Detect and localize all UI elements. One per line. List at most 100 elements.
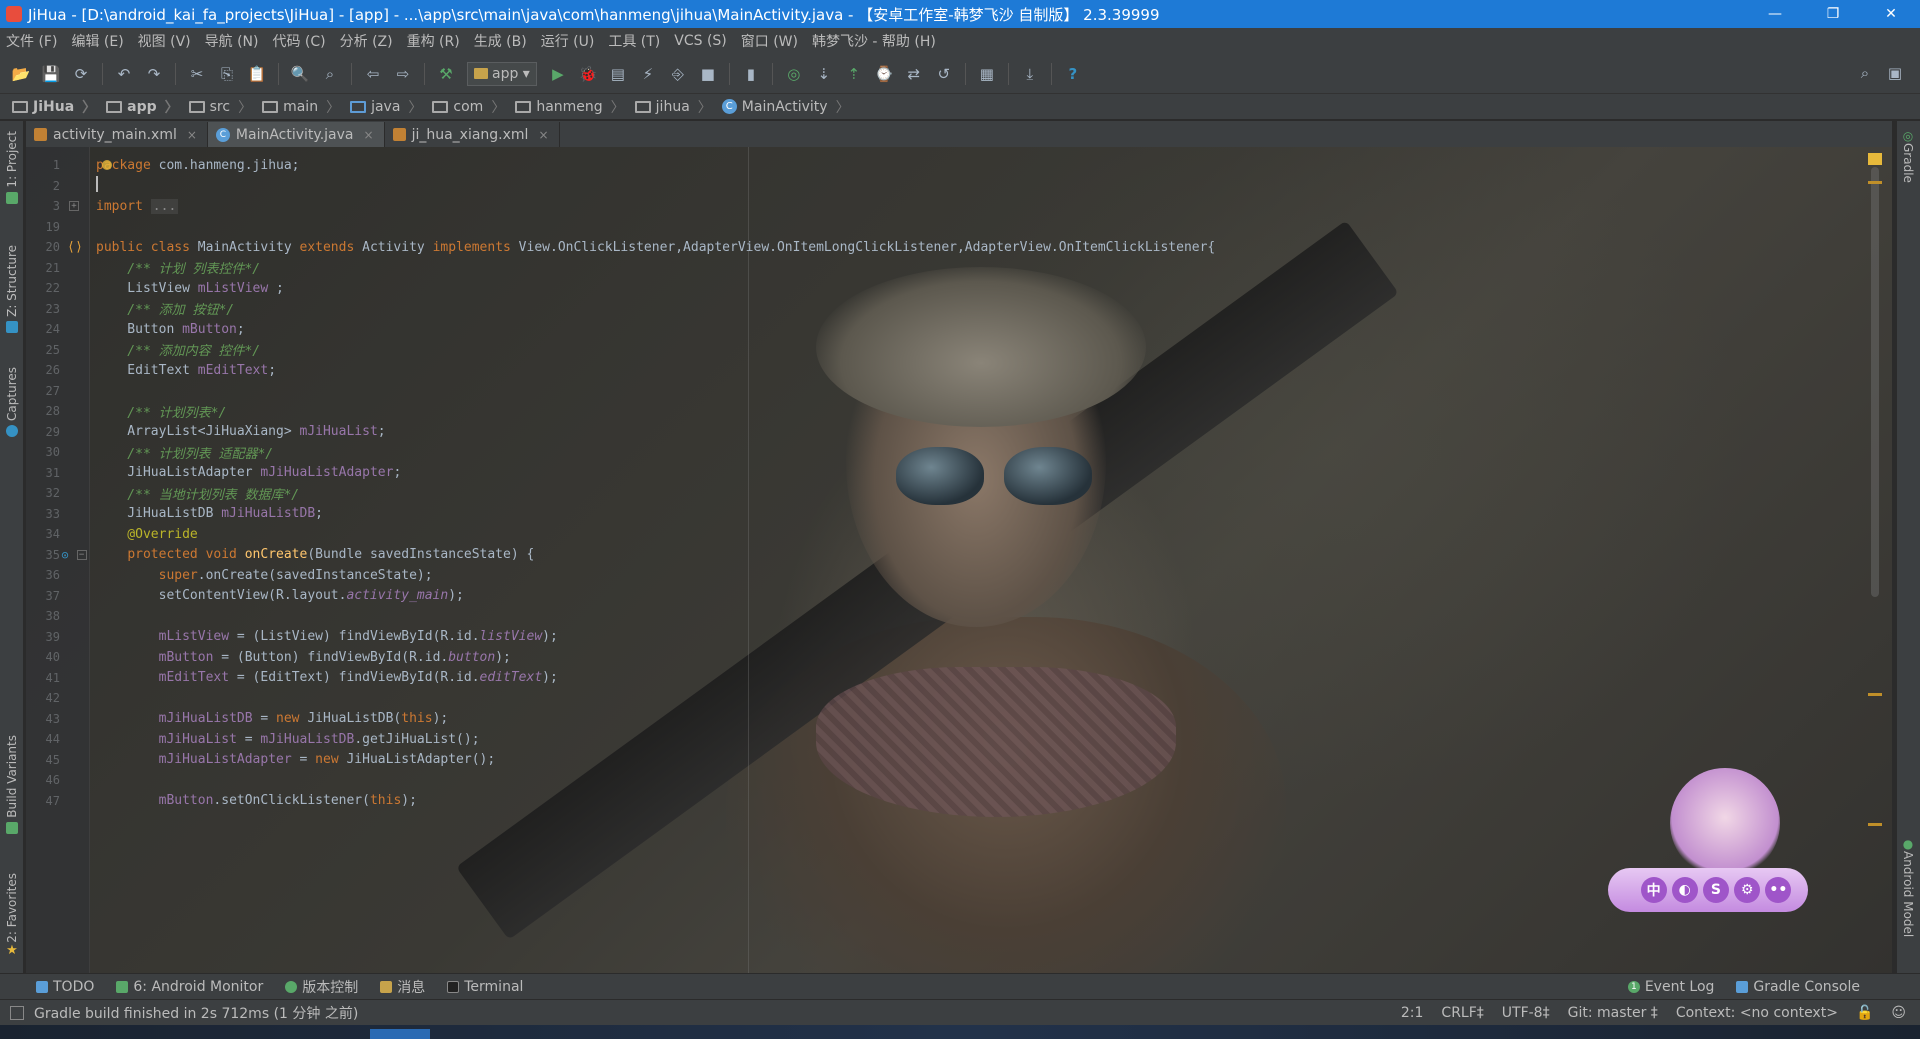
menu-code[interactable]: 代码 (C) — [272, 31, 325, 51]
menu-vcs[interactable]: VCS (S) — [674, 33, 727, 49]
scrollbar-thumb[interactable] — [1871, 167, 1879, 597]
back-icon[interactable]: ⇦ — [362, 63, 384, 85]
coverage-icon[interactable]: ▤ — [607, 63, 629, 85]
lock-icon[interactable]: 🔓 — [1856, 1005, 1873, 1021]
breadcrumb-item-mainactivity[interactable]: C MainActivity 〉 — [721, 97, 850, 117]
run-icon[interactable]: ▶ — [547, 63, 569, 85]
breadcrumb-item-main[interactable]: main 〉 — [262, 97, 340, 117]
breadcrumb-item-com[interactable]: com 〉 — [432, 97, 505, 117]
tool-tab-android-model[interactable]: ● Android Model — [1896, 837, 1920, 937]
breadcrumb-item-jihua[interactable]: jihua 〉 — [634, 97, 712, 117]
menu-refactor[interactable]: 重构 (R) — [407, 31, 460, 51]
lightbulb-icon[interactable] — [102, 159, 112, 170]
stop-icon[interactable]: ■ — [697, 63, 719, 85]
undo-icon[interactable]: ↶ — [113, 63, 135, 85]
apply-changes-icon[interactable]: ⚡ — [637, 63, 659, 85]
layout-link-icon[interactable]: ⟨⟩ — [67, 240, 83, 255]
breadcrumb-item-project[interactable]: JiHua 〉 — [12, 97, 96, 117]
warning-marker[interactable] — [1868, 693, 1882, 696]
encoding-select[interactable]: UTF-8‡ — [1502, 1005, 1550, 1021]
breadcrumb-item-src[interactable]: src 〉 — [188, 97, 252, 117]
paste-icon[interactable]: 📋 — [246, 63, 268, 85]
editor-scrollbar[interactable] — [1868, 147, 1882, 973]
input-method-button[interactable]: 中 — [1640, 877, 1667, 903]
tool-tab-build-variants[interactable]: Build Variants — [0, 735, 24, 834]
inspector-icon[interactable]: ☺ — [1891, 1005, 1906, 1021]
tool-window-android-monitor[interactable]: 6: Android Monitor — [116, 979, 263, 995]
tab-activity-main-xml[interactable]: activity_main.xml × — [26, 122, 208, 147]
menu-window[interactable]: 窗口 (W) — [741, 31, 798, 51]
avd-manager-icon[interactable]: ▮ — [740, 63, 762, 85]
project-structure-icon[interactable]: ▦ — [976, 63, 998, 85]
find-icon[interactable]: 🔍 — [289, 63, 311, 85]
override-marker-icon[interactable]: ⊙ — [61, 548, 68, 562]
copy-icon[interactable]: ⎘ — [216, 63, 238, 85]
replace-icon[interactable]: ⌕ — [319, 63, 341, 85]
code-area[interactable]: 1 package com.hanmeng.jihua; 2 3 + impor… — [26, 155, 1892, 811]
gear-icon[interactable]: ⚙ — [1734, 877, 1761, 903]
menu-tools[interactable]: 工具 (T) — [608, 31, 660, 51]
menu-view[interactable]: 视图 (V) — [138, 31, 191, 51]
warning-marker[interactable] — [1868, 181, 1882, 184]
help-icon[interactable]: ? — [1062, 63, 1084, 85]
debug-icon[interactable]: 🐞 — [577, 63, 599, 85]
search-everywhere-icon[interactable]: ⌕ — [1854, 62, 1876, 84]
tab-ji-hua-xiang-xml[interactable]: ji_hua_xiang.xml × — [385, 122, 560, 147]
close-icon[interactable]: × — [187, 128, 197, 142]
run-config-select[interactable]: app ▾ — [467, 61, 537, 86]
menu-build[interactable]: 生成 (B) — [474, 31, 527, 51]
git-branch-select[interactable]: Git: master ‡ — [1568, 1005, 1658, 1021]
open-icon[interactable]: 📂 — [10, 63, 32, 85]
restore-button[interactable]: ❐ — [1804, 0, 1862, 28]
minimize-button[interactable]: — — [1746, 0, 1804, 28]
sdk-manager-icon[interactable]: ◎ — [783, 63, 805, 85]
tool-tab-favorites[interactable]: 2: Favorites ★ — [0, 873, 24, 958]
menu-navigate[interactable]: 导航 (N) — [205, 31, 259, 51]
close-icon[interactable]: × — [364, 128, 374, 142]
tool-tab-gradle[interactable]: ◎ Gradle — [1896, 129, 1920, 183]
tool-tab-captures[interactable]: Captures — [0, 367, 24, 437]
tool-window-todo[interactable]: TODO — [36, 979, 94, 995]
attach-debugger-icon[interactable]: ⎆ — [667, 63, 689, 85]
sync-icon[interactable]: ⟳ — [70, 63, 92, 85]
fold-collapse-icon[interactable]: − — [76, 549, 87, 560]
tool-tab-structure[interactable]: Z: Structure — [0, 245, 24, 333]
menu-run[interactable]: 运行 (U) — [541, 31, 595, 51]
tab-mainactivity-java[interactable]: C MainActivity.java × — [207, 122, 385, 147]
vcs-update-icon[interactable]: ⇣ — [813, 63, 835, 85]
download-icon[interactable]: ⤓ — [1019, 63, 1041, 85]
cut-icon[interactable]: ✂ — [186, 63, 208, 85]
taskbar-active-item[interactable] — [370, 1029, 430, 1039]
analysis-status-icon[interactable] — [1868, 153, 1882, 165]
tool-window-version-control[interactable]: 版本控制 — [285, 977, 358, 997]
tool-window-messages[interactable]: 消息 — [380, 977, 425, 997]
breadcrumb-item-java[interactable]: java 〉 — [350, 97, 422, 117]
tool-window-event-log[interactable]: 1 Event Log — [1627, 979, 1714, 995]
user-icon[interactable]: ▣ — [1884, 62, 1906, 84]
tool-window-gradle-console[interactable]: Gradle Console — [1736, 979, 1860, 995]
breadcrumb-item-hanmeng[interactable]: hanmeng 〉 — [515, 97, 625, 117]
menu-edit[interactable]: 编辑 (E) — [71, 31, 123, 51]
caret-position[interactable]: 2:1 — [1401, 1005, 1424, 1021]
menu-analyze[interactable]: 分析 (Z) — [340, 31, 393, 51]
desktop-widget[interactable]: 中 ◐ S ⚙ •• — [1600, 768, 1810, 928]
save-icon[interactable]: 💾 — [40, 63, 62, 85]
forward-icon[interactable]: ⇨ — [392, 63, 414, 85]
moon-icon[interactable]: ◐ — [1671, 877, 1698, 903]
make-icon[interactable]: ⚒ — [435, 63, 457, 85]
vcs-history-icon[interactable]: ⌚ — [873, 63, 895, 85]
skin-button[interactable]: S — [1702, 877, 1729, 903]
line-separator-select[interactable]: CRLF‡ — [1441, 1005, 1483, 1021]
close-icon[interactable]: × — [538, 128, 548, 142]
warning-marker[interactable] — [1868, 823, 1882, 826]
status-message[interactable]: Gradle build finished in 2s 712ms (1 分钟 … — [34, 1003, 358, 1023]
menu-file[interactable]: 文件 (F) — [6, 31, 57, 51]
menu-help[interactable]: 韩梦飞沙 - 帮助 (H) — [812, 31, 936, 51]
close-button[interactable]: ✕ — [1862, 0, 1920, 28]
vcs-revert-icon[interactable]: ↺ — [933, 63, 955, 85]
vcs-commit-icon[interactable]: ⇡ — [843, 63, 865, 85]
breadcrumb-item-app[interactable]: app 〉 — [106, 97, 179, 117]
tool-window-terminal[interactable]: Terminal — [447, 979, 523, 995]
redo-icon[interactable]: ↷ — [143, 63, 165, 85]
tool-windows-toggle-icon[interactable] — [10, 1005, 24, 1020]
